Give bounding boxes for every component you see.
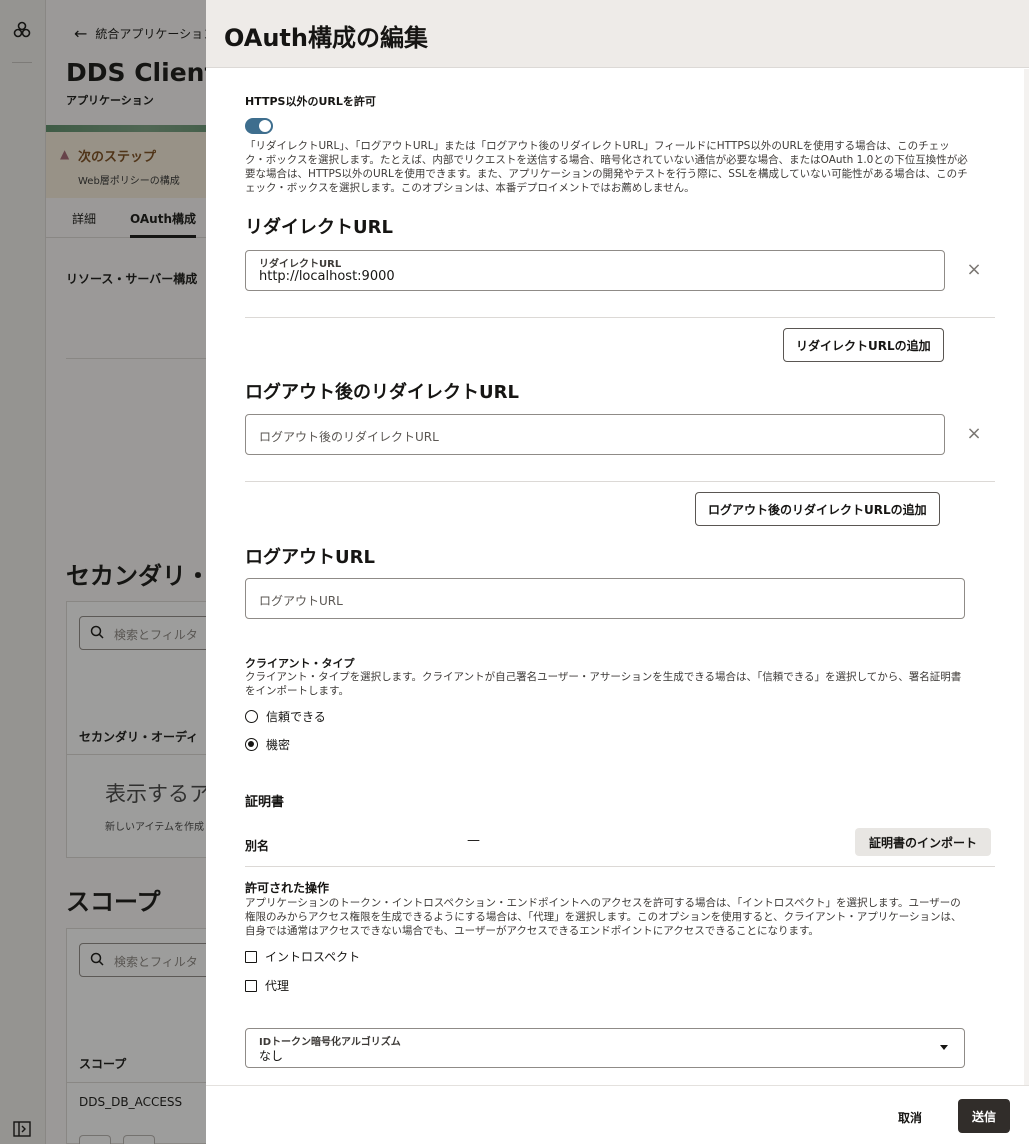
checkbox-label: イントロスペクト xyxy=(265,950,361,964)
redirect-url-value: http://localhost:9000 xyxy=(259,269,395,284)
redirect-url-input[interactable]: リダイレクトURL http://localhost:9000 xyxy=(245,250,945,291)
alias-label: 別名 xyxy=(245,839,270,853)
toggle-knob xyxy=(259,120,271,132)
certificate-heading: 証明書 xyxy=(245,795,285,810)
add-redirect-url-button[interactable]: リダイレクトURLの追加 xyxy=(783,328,944,362)
submit-button[interactable]: 送信 xyxy=(958,1099,1010,1133)
allowed-operations-help: アプリケーションのトークン・イントロスペクション・エンドポイントへのアクセスを許… xyxy=(245,897,962,937)
allowed-operations-label: 許可された操作 xyxy=(245,881,330,895)
client-type-confidential-radio[interactable]: 機密 xyxy=(245,736,290,753)
client-type-label: クライアント・タイプ xyxy=(245,657,355,670)
drawer-footer: 取消 送信 xyxy=(206,1085,1029,1144)
client-type-trusted-radio[interactable]: 信頼できる xyxy=(245,708,326,725)
redirect-url-field-label: リダイレクトURL xyxy=(259,259,342,270)
post-logout-redirect-input[interactable]: ログアウト後のリダイレクトURL xyxy=(245,414,945,455)
on-behalf-of-checkbox[interactable]: 代理 xyxy=(245,977,289,994)
drawer-title: OAuth構成の編集 xyxy=(224,24,428,52)
radio-label: 機密 xyxy=(266,738,291,752)
checkbox-label: 代理 xyxy=(265,979,290,993)
remove-post-logout-url-close-icon[interactable]: × xyxy=(964,423,984,444)
edit-oauth-drawer: OAuth構成の編集 HTTPS以外のURLを許可 「リダイレクトURL」、「ロ… xyxy=(206,0,1029,1144)
remove-redirect-url-close-icon[interactable]: × xyxy=(964,259,984,280)
id-token-encryption-select[interactable]: IDトークン暗号化アルゴリズム なし xyxy=(245,1028,965,1068)
client-type-help: クライアント・タイプを選択します。クライアントが自己署名ユーザー・アサーションを… xyxy=(245,671,962,697)
introspect-checkbox[interactable]: イントロスペクト xyxy=(245,948,360,965)
allow-non-https-toggle[interactable] xyxy=(245,118,273,134)
radio-label: 信頼できる xyxy=(266,710,326,724)
checkbox-unchecked-icon xyxy=(245,979,257,992)
drawer-header: OAuth構成の編集 xyxy=(206,0,1029,68)
cancel-button[interactable]: 取消 xyxy=(890,1102,930,1132)
chevron-down-icon xyxy=(940,1045,948,1050)
allow-non-https-label: HTTPS以外のURLを許可 xyxy=(245,95,376,108)
logout-url-heading: ログアウトURL xyxy=(245,547,375,568)
divider xyxy=(245,317,995,318)
import-certificate-button[interactable]: 証明書のインポート xyxy=(855,828,992,856)
logout-url-placeholder: ログアウトURL xyxy=(259,594,343,608)
logout-url-input[interactable]: ログアウトURL xyxy=(245,578,965,619)
radio-unselected-icon xyxy=(245,710,258,723)
id-token-encryption-label: IDトークン暗号化アルゴリズム xyxy=(259,1037,401,1048)
redirect-url-heading: リダイレクトURL xyxy=(245,217,393,238)
checkbox-unchecked-icon xyxy=(245,950,257,963)
radio-selected-icon xyxy=(245,738,258,751)
allow-non-https-help: 「リダイレクトURL」、「ログアウトURL」または「ログアウト後のリダイレクトU… xyxy=(245,140,968,194)
scrollbar[interactable] xyxy=(1024,69,1029,1085)
divider xyxy=(245,481,995,482)
add-post-logout-redirect-button[interactable]: ログアウト後のリダイレクトURLの追加 xyxy=(695,492,940,526)
divider xyxy=(245,866,995,867)
id-token-encryption-value: なし xyxy=(259,1049,284,1063)
post-logout-redirect-placeholder: ログアウト後のリダイレクトURL xyxy=(259,430,439,444)
post-logout-redirect-heading: ログアウト後のリダイレクトURL xyxy=(245,382,519,403)
alias-value: — xyxy=(467,833,480,848)
drawer-body: HTTPS以外のURLを許可 「リダイレクトURL」、「ログアウトURL」または… xyxy=(206,69,1029,1085)
